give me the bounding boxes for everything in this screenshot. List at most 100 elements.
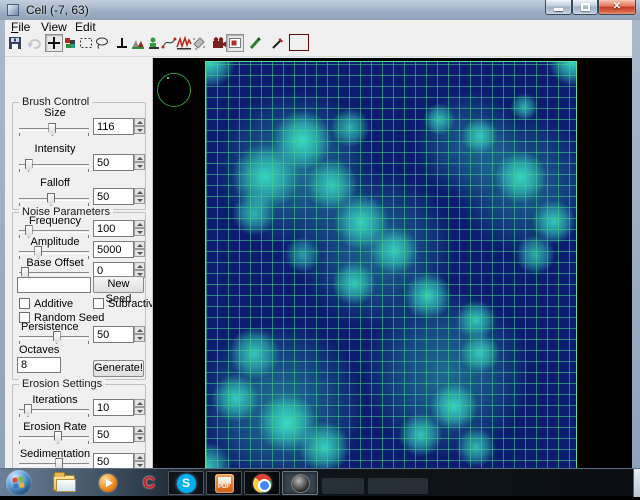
brush-icon <box>247 35 263 51</box>
spin-up-button[interactable] <box>134 118 145 126</box>
maximize-icon <box>581 3 590 11</box>
mountain-tool-icon <box>130 35 146 51</box>
taskbar-pdf-reader[interactable]: PDF <box>206 471 242 495</box>
intensity-spinner <box>93 154 145 171</box>
minimize-button[interactable] <box>545 0 572 15</box>
taskbar-ghost <box>322 478 364 494</box>
spin-up-button[interactable] <box>134 426 145 434</box>
maximize-button[interactable] <box>572 0 598 15</box>
spin-up-button[interactable] <box>134 262 145 270</box>
erosion-rate-slider[interactable] <box>19 436 89 439</box>
sedimentation-slider[interactable] <box>19 463 89 466</box>
frequency-input[interactable] <box>93 220 134 237</box>
start-button[interactable] <box>6 470 32 496</box>
intensity-label: Intensity <box>17 143 93 155</box>
crosshair-tool-icon <box>46 35 62 51</box>
erosion-settings-group: Erosion Settings Iterations Erosion Rate <box>12 384 146 468</box>
taskbar-chrome[interactable] <box>244 471 280 495</box>
save-button[interactable] <box>6 34 24 52</box>
stamp-tool-icon <box>62 35 78 51</box>
spin-down-button[interactable] <box>134 334 145 342</box>
spin-down-button[interactable] <box>134 249 145 257</box>
menu-file[interactable]: File <box>11 20 30 34</box>
control-panel: Brush Control Size Intensity <box>5 58 153 468</box>
frame-tool-icon <box>227 35 243 51</box>
taskbar-cell-app[interactable] <box>282 471 318 495</box>
menu-bar: File View Edit <box>5 20 632 32</box>
subractive-checkbox[interactable] <box>93 298 104 309</box>
additive-checkbox[interactable] <box>19 298 30 309</box>
seed-input[interactable] <box>17 277 91 293</box>
falloff-slider[interactable] <box>19 198 89 201</box>
noise-parameters-group: Noise Parameters Frequency Amplitude <box>12 212 146 380</box>
taskbar-explorer[interactable] <box>46 471 82 495</box>
iterations-spinner <box>93 399 145 416</box>
sedimentation-input[interactable] <box>93 453 134 468</box>
iterations-input[interactable] <box>93 399 134 416</box>
spin-down-button[interactable] <box>134 407 145 415</box>
octaves-input[interactable] <box>17 357 61 373</box>
persistence-slider[interactable] <box>19 336 89 339</box>
taskbar: C S PDF <box>0 468 640 496</box>
taskbar-ccleaner[interactable]: C <box>131 471 167 495</box>
close-icon: ✕ <box>599 1 635 12</box>
amplitude-spinner <box>93 241 145 258</box>
toolbar <box>5 33 632 57</box>
spin-down-button[interactable] <box>134 228 145 236</box>
persistence-input[interactable] <box>93 326 134 343</box>
spin-down-button[interactable] <box>134 196 145 204</box>
cell-app-icon <box>291 474 310 493</box>
base-offset-slider[interactable] <box>19 272 89 275</box>
octaves-label: Octaves <box>19 344 59 356</box>
title-bar[interactable]: Cell (-7, 63) ✕ <box>0 0 640 20</box>
close-button[interactable]: ✕ <box>598 0 636 15</box>
spin-down-button[interactable] <box>134 461 145 468</box>
spin-up-button[interactable] <box>134 220 145 228</box>
spin-down-button[interactable] <box>134 434 145 442</box>
generate-button[interactable]: Generate! <box>93 360 144 377</box>
spin-down-button[interactable] <box>134 162 145 170</box>
spin-up-button[interactable] <box>134 154 145 162</box>
eyedropper-icon <box>270 35 286 51</box>
skype-icon: S <box>177 474 196 493</box>
app-window: Cell (-7, 63) ✕ File View Edit <box>0 0 640 468</box>
frequency-slider[interactable] <box>19 230 89 233</box>
windows-logo-icon <box>12 476 26 490</box>
show-desktop-button[interactable] <box>633 469 640 497</box>
brush-tool-button[interactable] <box>246 34 264 52</box>
eyedropper-button[interactable] <box>269 34 287 52</box>
taskbar-ghost <box>368 478 428 494</box>
color-swatch[interactable] <box>289 34 309 51</box>
spin-up-button[interactable] <box>134 453 145 461</box>
amplitude-input[interactable] <box>93 241 134 258</box>
window-border-right <box>632 20 640 468</box>
lasso-select-button[interactable] <box>93 34 111 52</box>
taskbar-media-player[interactable] <box>90 471 126 495</box>
rect-select-icon <box>78 35 94 51</box>
smudge-tool-button[interactable] <box>190 34 208 52</box>
undo-button[interactable] <box>25 34 43 52</box>
spin-up-button[interactable] <box>134 188 145 196</box>
intensity-input[interactable] <box>93 154 134 171</box>
taskbar-skype[interactable]: S <box>168 471 204 495</box>
app-icon <box>7 4 19 16</box>
spin-down-button[interactable] <box>134 126 145 134</box>
intensity-slider[interactable] <box>19 164 89 167</box>
heightmap-grid[interactable] <box>205 61 577 468</box>
spin-up-button[interactable] <box>134 399 145 407</box>
frame-tool-button[interactable] <box>226 34 244 52</box>
spin-up-button[interactable] <box>134 326 145 334</box>
size-slider[interactable] <box>19 128 89 131</box>
erosion-rate-input[interactable] <box>93 426 134 443</box>
falloff-input[interactable] <box>93 188 134 205</box>
spin-up-button[interactable] <box>134 241 145 249</box>
new-seed-button[interactable]: New Seed <box>93 276 144 293</box>
brush-control-group: Brush Control Size Intensity <box>12 102 146 210</box>
canvas-viewport <box>153 58 632 468</box>
sedimentation-spinner <box>93 453 145 468</box>
size-input[interactable] <box>93 118 134 135</box>
iterations-slider[interactable] <box>19 409 89 412</box>
menu-view[interactable]: View <box>41 20 67 34</box>
amplitude-slider[interactable] <box>19 251 89 254</box>
menu-edit[interactable]: Edit <box>75 20 96 34</box>
